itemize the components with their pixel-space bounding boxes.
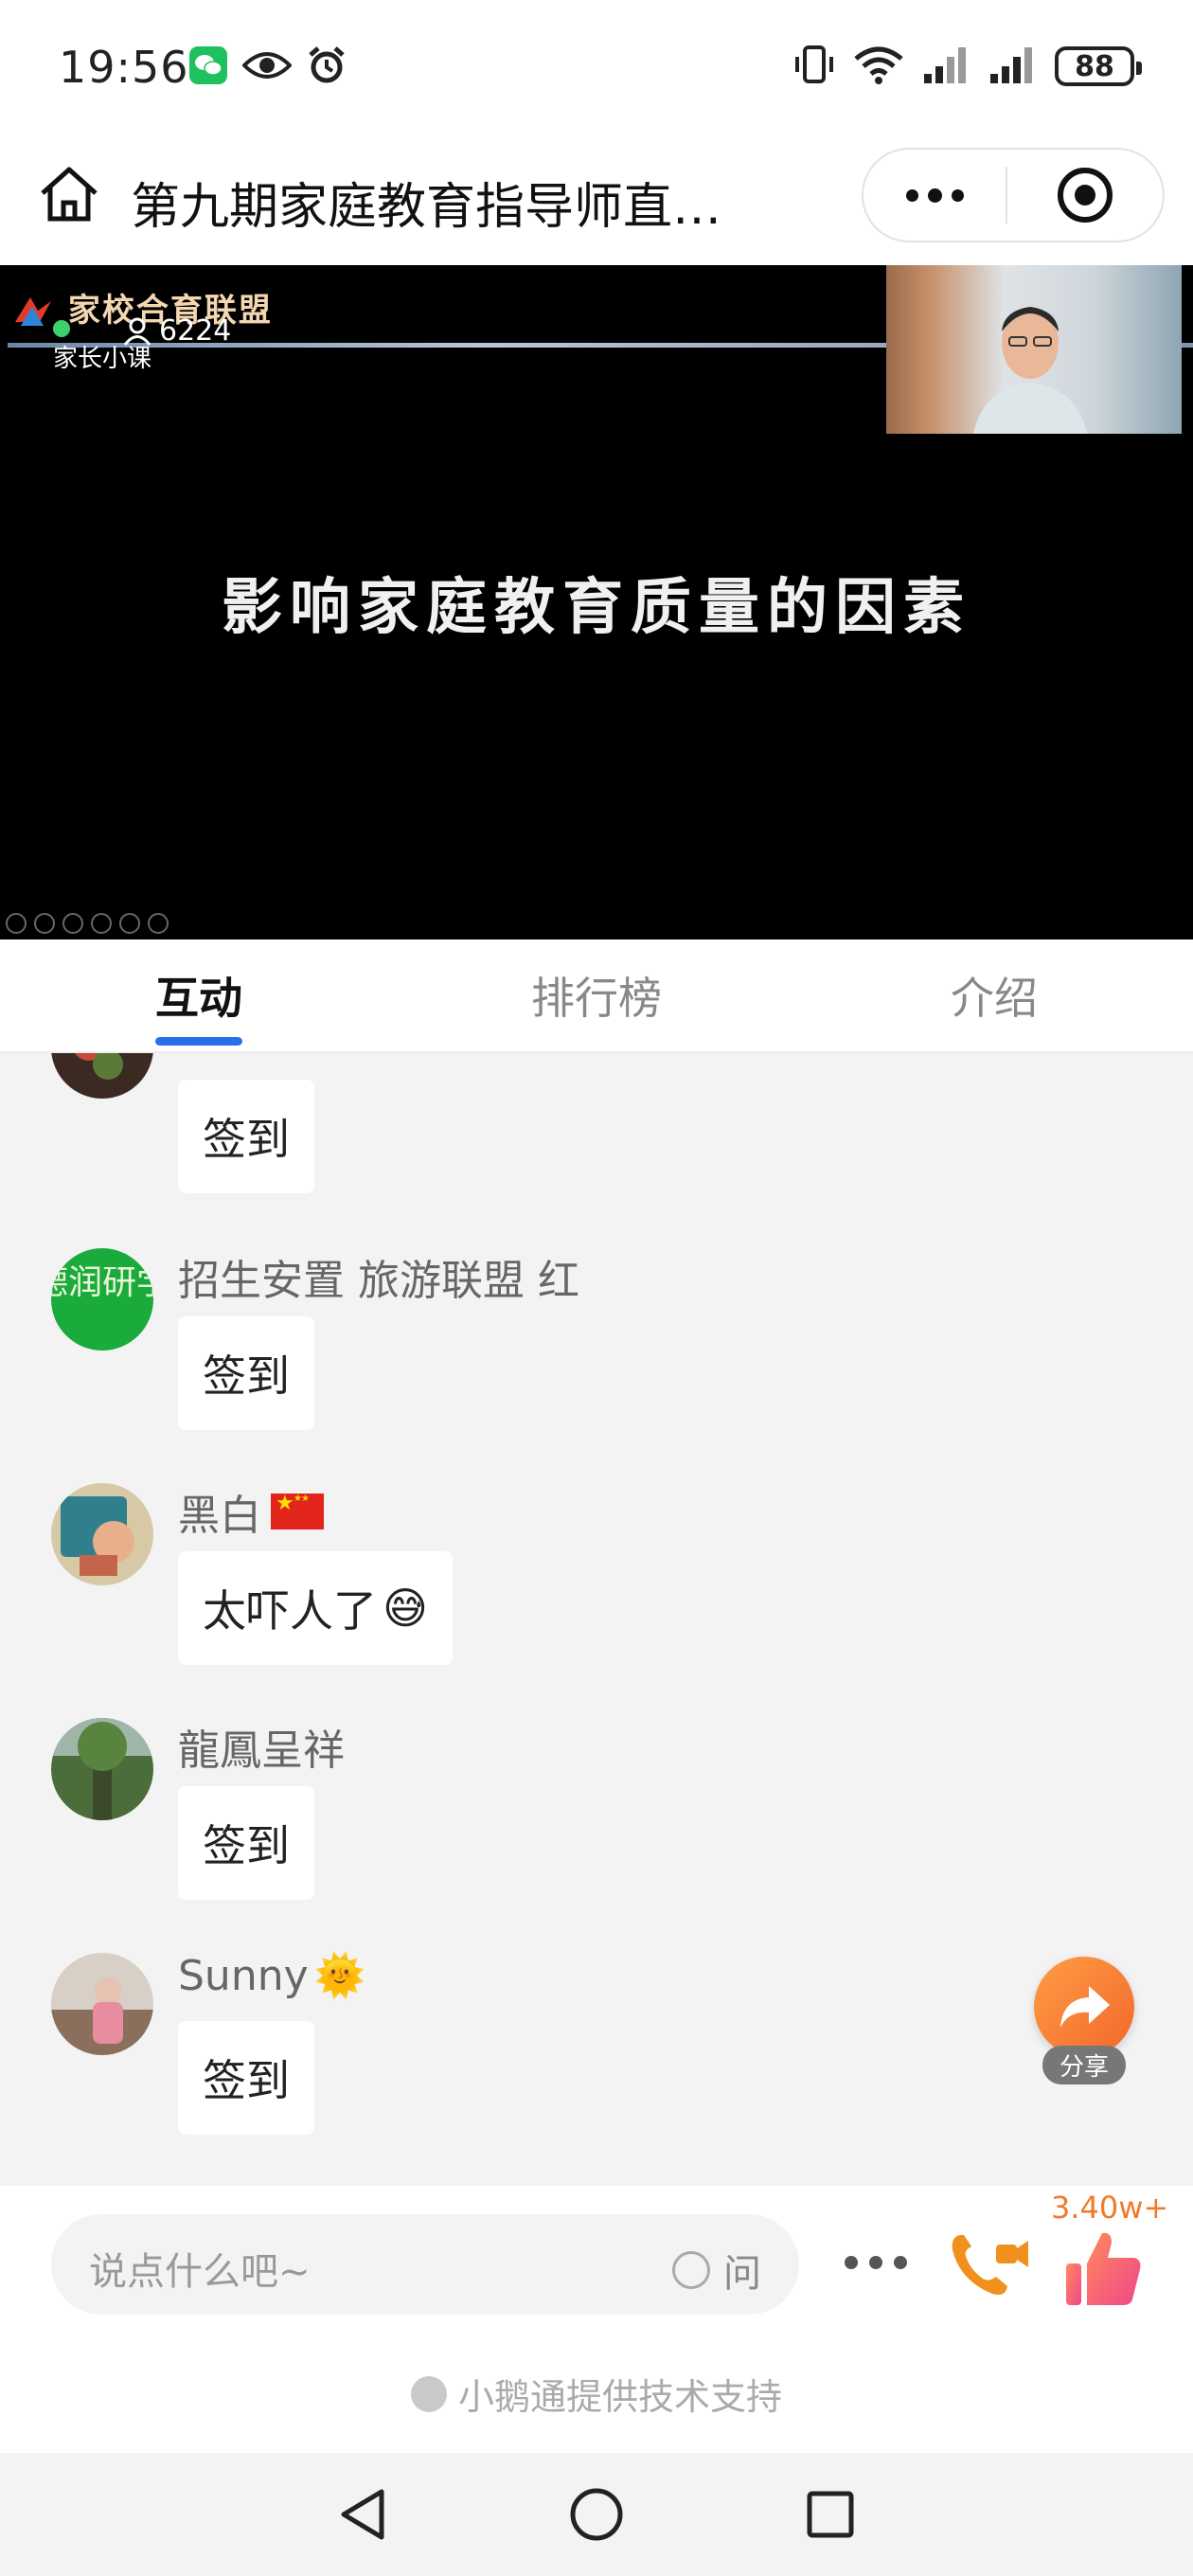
message-bubble: 签到 xyxy=(178,1316,314,1430)
avatar[interactable] xyxy=(51,1483,153,1585)
tab-interaction[interactable]: 互动 xyxy=(0,939,398,1051)
more-dot-icon xyxy=(894,2256,907,2269)
like-count: 3.40w+ xyxy=(1051,2190,1169,2226)
slide-controls xyxy=(6,913,169,934)
pen-icon[interactable] xyxy=(62,913,83,934)
recents-square-icon xyxy=(807,2491,854,2538)
xiaoe-logo-icon xyxy=(410,2375,447,2412)
share-arrow-icon xyxy=(1034,1957,1134,2057)
home-circle-icon xyxy=(570,2488,623,2541)
message-bubble: 签到 xyxy=(178,1786,314,1900)
live-dot-icon xyxy=(53,320,70,337)
home-icon xyxy=(41,167,98,222)
presenter-camera xyxy=(886,265,1182,434)
tab-bar: 互动 排行榜 介绍 xyxy=(0,939,1193,1053)
message-nickname: 黑白 xyxy=(178,1481,324,1542)
phone-camera-icon xyxy=(952,2235,1028,2295)
ask-label: 问 xyxy=(723,2252,761,2296)
menu-icon[interactable] xyxy=(148,913,169,934)
nav-back-button[interactable] xyxy=(329,2481,396,2548)
viewer-count: 6224 xyxy=(123,314,231,348)
presenter-figure xyxy=(973,307,1087,434)
avatar-text: 德润研学 xyxy=(51,1263,153,1302)
more-options-button[interactable] xyxy=(845,2256,907,2269)
radio-circle-icon xyxy=(672,2251,710,2289)
message-text: 太吓人了 xyxy=(203,1585,377,1637)
message-bubble: 签到 xyxy=(178,1080,314,1193)
chat-list[interactable]: 签到 德润研学 招生安置 旅游联盟 红 签到 黑白 太吓人了 😅 xyxy=(0,1053,1193,2186)
person-icon xyxy=(123,317,151,346)
comment-input[interactable]: 说点什么吧~ 问 xyxy=(51,2214,799,2315)
nav-recents-button[interactable] xyxy=(797,2481,864,2548)
system-navigation-bar xyxy=(0,2453,1193,2576)
more-button[interactable] xyxy=(864,150,1006,241)
status-left-icons xyxy=(189,45,347,89)
live-video-player[interactable]: 家校合育联盟 家长小课 6224 影响家庭教育质量的因素 xyxy=(0,265,1193,939)
signal-icon-2 xyxy=(988,45,1038,87)
more-dot-icon xyxy=(927,188,942,203)
more-dot-icon xyxy=(845,2256,858,2269)
title-bar: 第九期家庭教育指导师直… xyxy=(0,133,1193,265)
viewer-count-text: 6224 xyxy=(159,314,232,348)
page-title: 第九期家庭教育指导师直… xyxy=(131,179,722,236)
thumbs-up-icon xyxy=(1066,2232,1141,2305)
wechat-icon xyxy=(189,46,227,88)
status-bar: 19:56 88 xyxy=(0,0,1193,133)
status-time: 19:56 xyxy=(59,42,189,93)
share-button[interactable]: 分享 xyxy=(1032,1957,1136,2084)
more-dot-icon xyxy=(869,2256,882,2269)
nickname-text: 黑白 xyxy=(178,1492,261,1540)
share-label: 分享 xyxy=(1042,2046,1126,2084)
powered-by: 小鹅通提供技术支持 xyxy=(0,2368,1193,2420)
like-button[interactable] xyxy=(1062,2227,1144,2309)
more-dot-icon xyxy=(951,188,964,202)
message-nickname: Sunny 🌞 xyxy=(178,1951,366,2001)
bottom-bar: 说点什么吧~ 问 3.40w+ 小鹅通提供技术支持 xyxy=(0,2186,1193,2453)
comment-placeholder: 说点什么吧~ xyxy=(89,2250,311,2294)
nickname-text: Sunny xyxy=(178,1951,309,2000)
miniprogram-capsule xyxy=(862,148,1165,242)
home-button[interactable] xyxy=(36,161,102,227)
status-right-icons: 88 xyxy=(793,44,1142,89)
target-icon xyxy=(1058,168,1113,223)
more-dot-icon xyxy=(905,188,918,202)
nav-home-button[interactable] xyxy=(563,2481,630,2548)
app-screen: 19:56 88 第九期家庭教育指导师直… 家校合育联盟 家长小课 6224 影… xyxy=(0,0,1193,2576)
signal-icon xyxy=(922,45,971,87)
battery-indicator: 88 xyxy=(1055,46,1142,86)
back-triangle-icon xyxy=(341,2489,384,2540)
tab-ranking[interactable]: 排行榜 xyxy=(398,939,795,1051)
close-miniprogram-button[interactable] xyxy=(1007,168,1163,223)
prev-slide-icon[interactable] xyxy=(6,913,27,934)
message-bubble: 签到 xyxy=(178,2021,314,2135)
copy-icon[interactable] xyxy=(91,913,112,934)
next-slide-icon[interactable] xyxy=(34,913,55,934)
zoom-icon[interactable] xyxy=(119,913,140,934)
alarm-icon xyxy=(307,45,347,89)
wifi-icon xyxy=(852,44,905,89)
slide-heading: 影响家庭教育质量的因素 xyxy=(222,572,971,643)
message-nickname: 龍鳳呈祥 xyxy=(178,1726,345,1775)
message-bubble: 太吓人了 😅 xyxy=(178,1551,453,1665)
ask-question-toggle[interactable]: 问 xyxy=(672,2243,761,2298)
sweat-smile-emoji-icon: 😅 xyxy=(383,1583,428,1634)
avatar[interactable]: 德润研学 xyxy=(51,1248,153,1351)
powered-by-text: 小鹅通提供技术支持 xyxy=(457,2376,782,2418)
video-call-button[interactable] xyxy=(947,2227,1032,2303)
sun-emoji-icon: 🌞 xyxy=(313,1952,366,2000)
avatar[interactable] xyxy=(51,1953,153,2055)
eye-icon xyxy=(241,48,293,86)
avatar[interactable] xyxy=(51,1053,153,1099)
china-flag-icon xyxy=(271,1492,324,1530)
vibrate-icon xyxy=(793,44,835,89)
tab-introduction[interactable]: 介绍 xyxy=(795,939,1193,1051)
message-nickname: 招生安置 旅游联盟 红 xyxy=(178,1257,579,1305)
avatar[interactable] xyxy=(51,1718,153,1820)
